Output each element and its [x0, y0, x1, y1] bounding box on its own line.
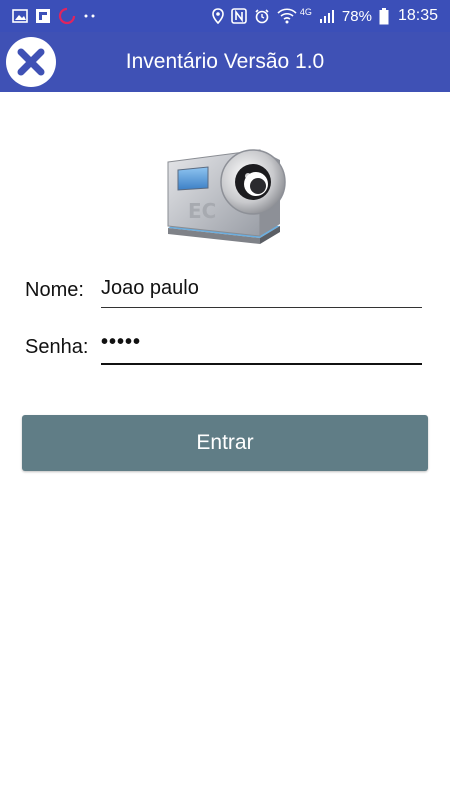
camera-logo-icon: EC — [160, 140, 290, 250]
name-row: Nome: — [25, 268, 425, 308]
close-icon — [14, 45, 48, 79]
status-bar: 4G 78% 18:35 — [0, 0, 450, 32]
name-input[interactable] — [101, 274, 425, 308]
name-underline — [101, 307, 422, 308]
close-button[interactable] — [6, 37, 56, 87]
status-time: 18:35 — [397, 7, 438, 24]
battery-percent: 78% — [341, 7, 372, 25]
nfc-icon — [231, 8, 247, 24]
status-right-icons: 4G 78% 18:35 — [212, 7, 438, 25]
password-input[interactable]: ••••• — [101, 331, 425, 365]
alarm-icon — [254, 8, 270, 24]
battery-icon — [379, 7, 389, 25]
app-title: Inventário Versão 1.0 — [125, 50, 325, 73]
location-icon — [212, 8, 224, 24]
gallery-icon — [12, 8, 28, 24]
network-label: 4G — [299, 7, 312, 17]
svg-text:EC: EC — [188, 199, 216, 223]
more-dots-icon — [83, 13, 97, 19]
signal-icon — [319, 8, 335, 24]
wifi-icon — [277, 8, 297, 24]
password-row: Senha: ••••• — [25, 325, 425, 365]
flipboard-icon — [35, 8, 51, 24]
name-label: Nome: — [25, 279, 84, 301]
password-label: Senha: — [25, 336, 89, 358]
app-toolbar: Inventário Versão 1.0 — [0, 32, 450, 92]
status-left-icons — [12, 7, 97, 25]
loading-circle-icon — [58, 7, 76, 25]
enter-button[interactable]: Entrar — [22, 415, 428, 471]
password-underline — [101, 363, 422, 365]
